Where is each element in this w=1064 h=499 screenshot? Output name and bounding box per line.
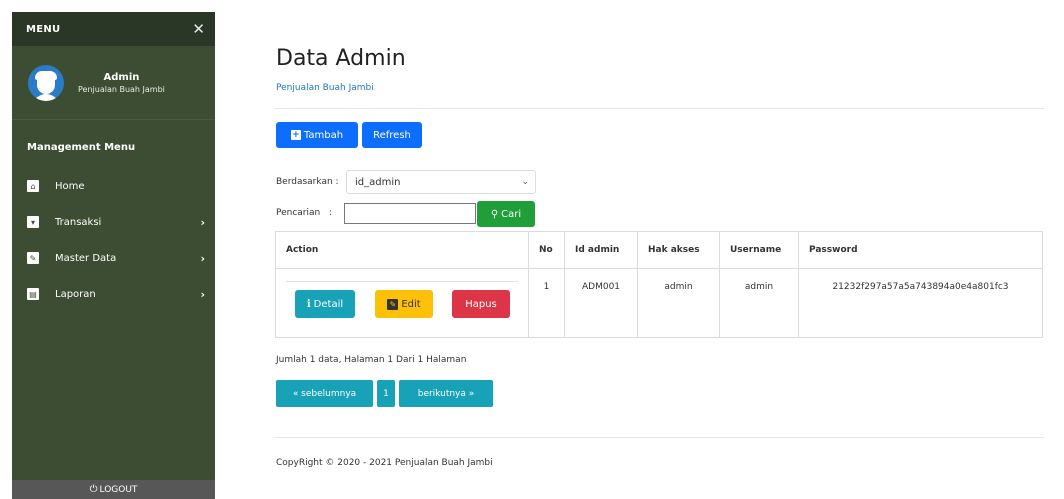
search-label: Pencarian : bbox=[276, 208, 332, 218]
sidebar-item-label: Master Data bbox=[55, 252, 117, 264]
chevron-right-icon: › bbox=[200, 251, 205, 265]
footer-copyright: CopyRight © 2020 - 2021 Penjualan Buah J… bbox=[276, 458, 493, 468]
refresh-button[interactable]: Refresh bbox=[362, 122, 422, 148]
user-subtitle: Penjualan Buah Jambi bbox=[78, 84, 165, 94]
page-subtitle: Penjualan Buah Jambi bbox=[276, 83, 374, 93]
edit-label: Edit bbox=[401, 298, 421, 310]
pagination-page-1[interactable]: 1 bbox=[377, 380, 395, 407]
cell-username: admin bbox=[719, 268, 799, 338]
admin-table: Action No Id admin Hak akses Username Pa… bbox=[275, 231, 1043, 338]
cell-password: 21232f297a57a5a743894a0e4a801fc3 bbox=[798, 268, 1043, 338]
section-title: Management Menu bbox=[27, 142, 136, 153]
page-title: Data Admin bbox=[276, 46, 406, 71]
menu-title: MENU bbox=[26, 23, 61, 35]
header-username: Username bbox=[719, 231, 799, 269]
filter-by-label: Berdasarkan : bbox=[276, 177, 339, 187]
add-button-label: Tambah bbox=[303, 129, 344, 141]
sidebar-item-master-data[interactable]: ✎ Master Data › bbox=[12, 240, 215, 276]
table-row: i Detail ✎ Edit Hapus 1 ADM001 admin adm… bbox=[275, 268, 1043, 338]
table-summary: Jumlah 1 data, Halaman 1 Dari 1 Halaman bbox=[276, 355, 467, 365]
user-info: Admin Penjualan Buah Jambi bbox=[78, 72, 165, 94]
avatar bbox=[28, 64, 64, 101]
divider bbox=[274, 108, 1044, 109]
delete-button[interactable]: Hapus bbox=[452, 290, 510, 318]
header-password: Password bbox=[798, 231, 1043, 269]
home-icon: ⌂ bbox=[27, 180, 39, 192]
edit-icon: ✎ bbox=[387, 298, 399, 310]
sidebar-item-laporan[interactable]: ▤ Laporan › bbox=[12, 276, 215, 312]
divider bbox=[274, 437, 1044, 438]
cell-hak-akses: admin bbox=[637, 268, 720, 338]
sidebar-header: MENU ✕ bbox=[12, 12, 215, 46]
edit-button[interactable]: ✎ Edit bbox=[375, 290, 433, 318]
plus-icon: + bbox=[290, 130, 301, 140]
header-id-admin: Id admin bbox=[564, 231, 638, 269]
table-header-row: Action No Id admin Hak akses Username Pa… bbox=[275, 231, 1043, 269]
detail-button[interactable]: i Detail bbox=[295, 290, 355, 318]
sidebar-item-home[interactable]: ⌂ Home bbox=[12, 168, 215, 204]
pagination-next[interactable]: berikutnya » bbox=[399, 380, 493, 407]
detail-label: Detail bbox=[313, 298, 344, 310]
header-no: No bbox=[528, 231, 565, 269]
header-action: Action bbox=[275, 231, 529, 269]
action-cell: i Detail ✎ Edit Hapus bbox=[275, 268, 529, 338]
sidebar: MENU ✕ Admin Penjualan Buah Jambi Manage… bbox=[12, 12, 215, 499]
search-input[interactable] bbox=[344, 203, 476, 224]
search-button[interactable]: ⚲ Cari bbox=[477, 201, 535, 227]
chevron-right-icon: › bbox=[200, 287, 205, 301]
header-hak-akses: Hak akses bbox=[637, 231, 720, 269]
filter-select-value: id_admin bbox=[355, 176, 401, 188]
info-icon: i bbox=[306, 298, 311, 310]
pagination-prev[interactable]: « sebelumnya bbox=[276, 380, 373, 407]
logout-button[interactable]: ⏻ LOGOUT bbox=[12, 480, 215, 499]
edit-icon: ✎ bbox=[27, 252, 39, 264]
add-button[interactable]: + Tambah bbox=[276, 122, 358, 148]
search-button-label: Cari bbox=[501, 208, 522, 220]
power-icon: ⏻ bbox=[89, 484, 98, 495]
sidebar-item-label: Home bbox=[55, 180, 85, 192]
sidebar-item-label: Transaksi bbox=[55, 216, 102, 228]
user-name: Admin bbox=[103, 71, 140, 83]
logout-label: LOGOUT bbox=[99, 484, 138, 495]
cart-icon: ▾ bbox=[27, 216, 39, 228]
user-panel: Admin Penjualan Buah Jambi bbox=[12, 46, 215, 120]
sidebar-item-transaksi[interactable]: ▾ Transaksi › bbox=[12, 204, 215, 240]
close-icon[interactable]: ✕ bbox=[192, 21, 205, 37]
filter-select[interactable]: id_admin ⌄ bbox=[346, 170, 536, 194]
chevron-down-icon: ⌄ bbox=[521, 177, 529, 187]
chevron-right-icon: › bbox=[200, 215, 205, 229]
file-icon: ▤ bbox=[27, 288, 39, 300]
cell-id-admin: ADM001 bbox=[564, 268, 638, 338]
cell-no: 1 bbox=[528, 268, 565, 338]
sidebar-item-label: Laporan bbox=[55, 288, 96, 300]
search-icon: ⚲ bbox=[490, 208, 499, 220]
